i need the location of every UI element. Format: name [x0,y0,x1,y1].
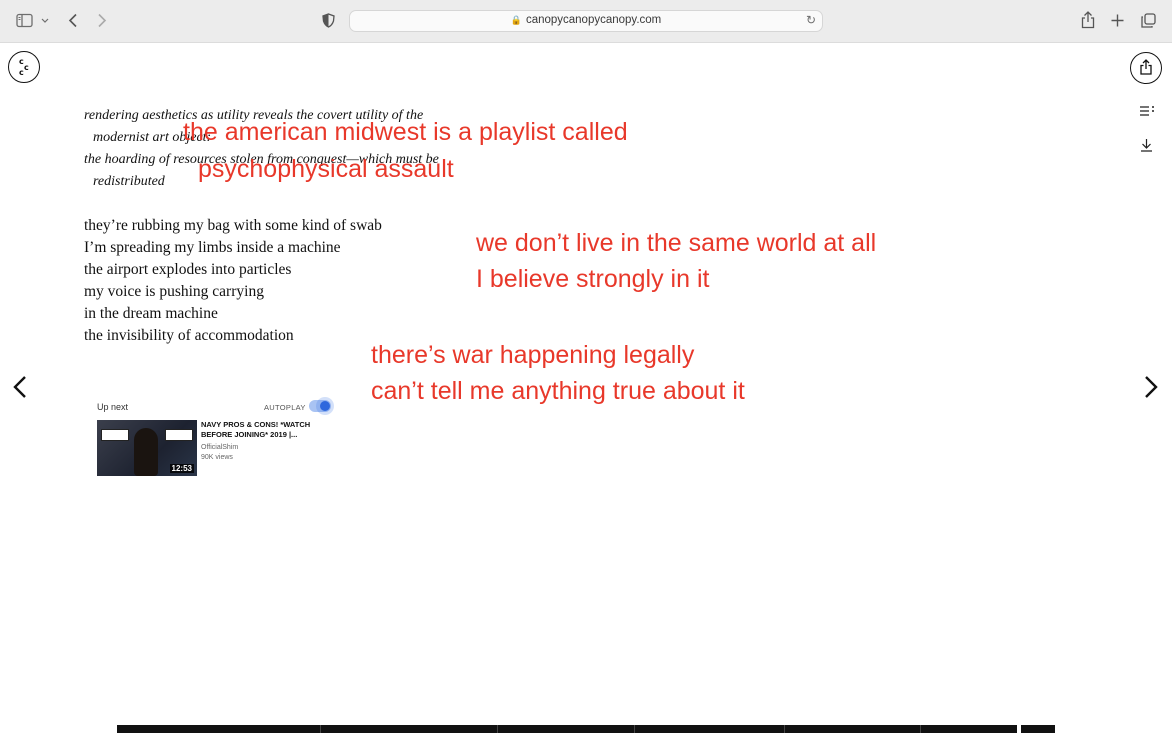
sidebar-icon[interactable] [16,13,33,28]
footer-nav-bar[interactable] [117,725,1017,733]
chevron-down-icon[interactable] [41,18,49,24]
lock-icon: 🔒 [510,15,522,25]
up-next-label: Up next [97,402,129,412]
poem-line: in the dream machine [84,305,218,322]
video-title[interactable]: NAVY PROS & CONS! *WATCH BEFORE JOINING*… [201,420,329,439]
thumbnail-sign [165,429,193,441]
annotation-world-line1: we don’t live in the same world at all [476,229,877,257]
footer-button[interactable] [1021,725,1055,733]
back-icon[interactable] [68,13,78,28]
video-duration: 12:53 [169,464,194,473]
youtube-up-next: Up next AUTOPLAY 12:53 NAVY PROS & CONS!… [95,390,335,480]
thumbnail-person [134,428,158,476]
share-icon [1140,59,1152,75]
poem-line: the airport explodes into particles [84,261,292,278]
forward-icon[interactable] [97,13,107,28]
tabs-icon[interactable] [1141,13,1156,28]
previous-arrow-icon[interactable] [12,375,28,399]
autoplay-toggle[interactable] [309,397,334,415]
shield-icon[interactable] [322,13,335,28]
poem-line: the invisibility of accommodation [84,327,294,344]
annotation-midwest-line2: psychophysical assault [198,155,454,183]
address-bar[interactable]: 🔒 canopycanopycanopy.com ↻ [349,10,823,32]
poem-line: they’re rubbing my bag with some kind of… [84,217,382,234]
poem-line: my voice is pushing carrying [84,283,264,300]
reload-icon[interactable]: ↻ [806,13,816,27]
share-button[interactable] [1130,52,1162,84]
share-icon[interactable] [1081,11,1095,29]
next-arrow-icon[interactable] [1143,375,1159,399]
video-thumbnail[interactable]: 12:53 [97,420,197,476]
new-tab-icon[interactable] [1111,14,1124,27]
autoplay-label: AUTOPLAY [264,403,306,412]
annotation-war-line1: there’s war happening legally [371,341,695,369]
poem-line: I’m spreading my limbs inside a machine [84,239,341,256]
video-meta: OfficialShim 90K views [201,443,238,463]
annotation-midwest-line1: the american midwest is a playlist calle… [183,118,628,146]
browser-toolbar: 🔒 canopycanopycanopy.com ↻ [0,0,1172,43]
toggle-knob [316,397,334,415]
list-icon[interactable] [1139,105,1155,117]
video-views: 90K views [201,454,233,461]
video-channel: OfficialShim [201,444,239,451]
site-logo[interactable]: c c c [8,51,40,83]
url-text: canopycanopycanopy.com [525,14,662,26]
download-icon[interactable] [1140,138,1153,152]
annotation-world-line2: I believe strongly in it [476,265,710,293]
poem-stanza: they’re rubbing my bag with some kind of… [84,215,382,347]
thumbnail-sign [101,429,129,441]
annotation-war-line2: can’t tell me anything true about it [371,377,745,405]
